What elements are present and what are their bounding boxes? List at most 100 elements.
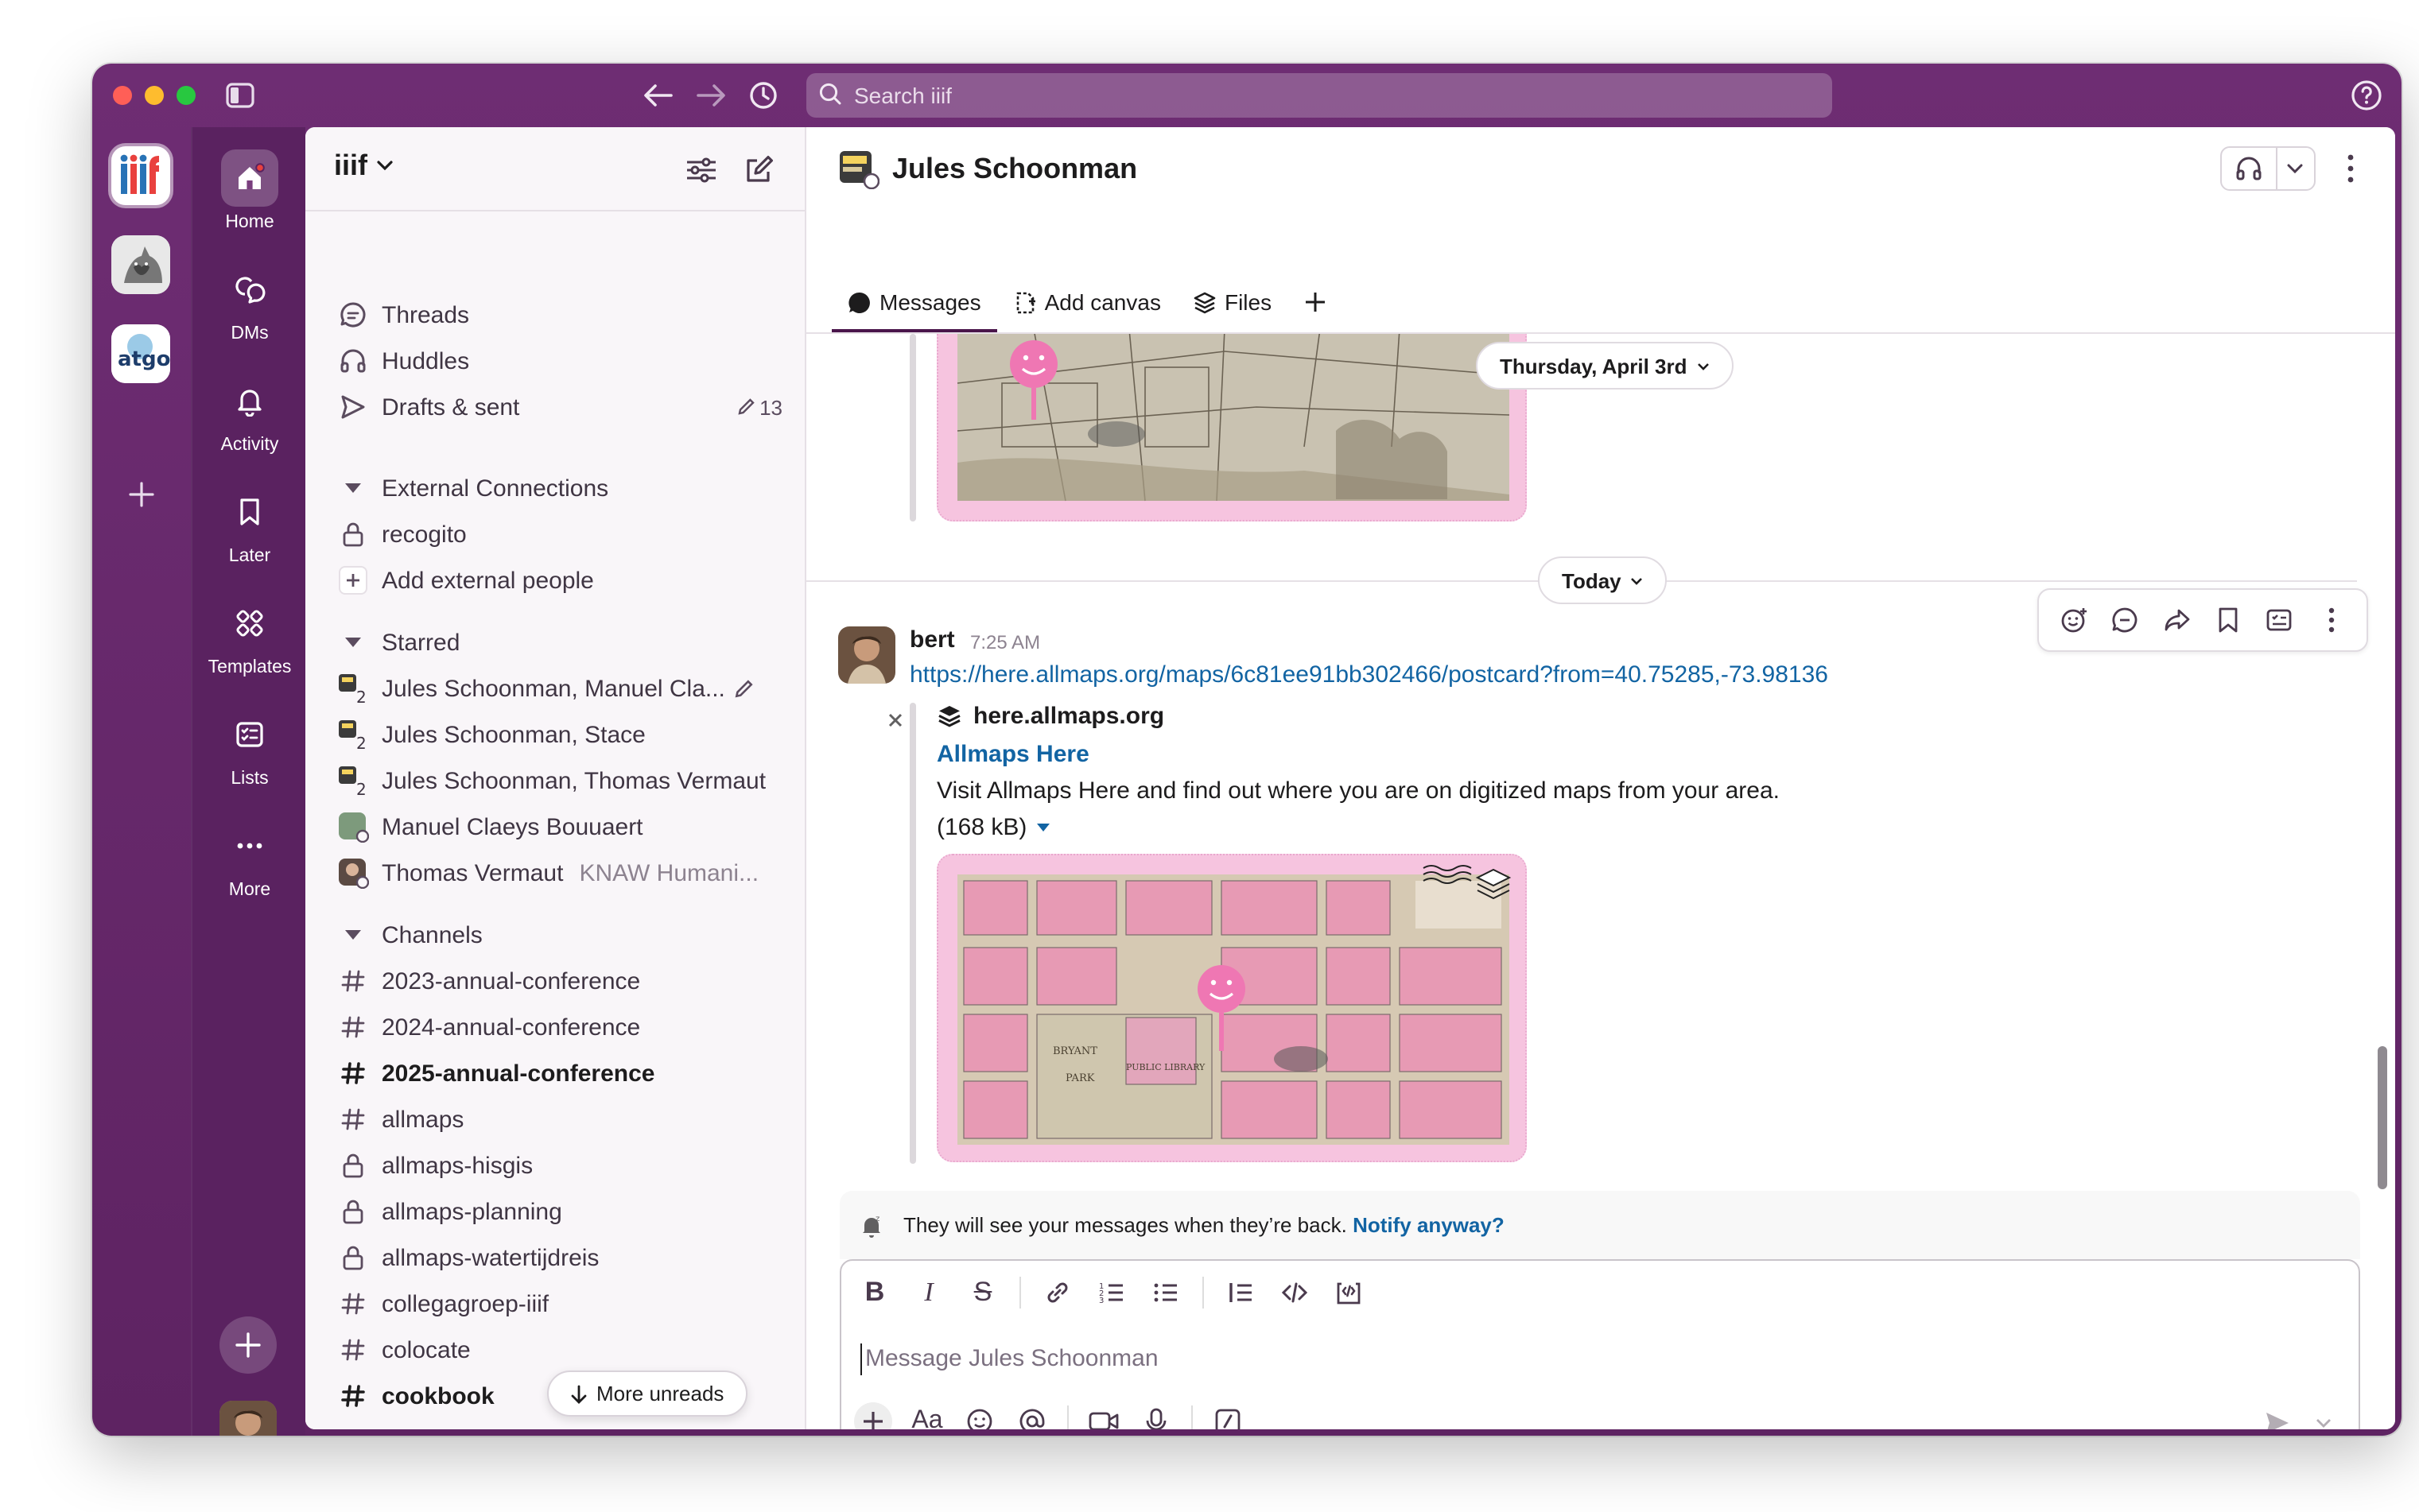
date-divider-today[interactable]: Today (1538, 556, 1668, 604)
compose-icon[interactable] (740, 151, 778, 189)
map-postcard-image[interactable]: BRYANT PARK PUBLIC LIBRARY (937, 854, 1527, 1162)
slash-command-icon[interactable] (1210, 1404, 1245, 1429)
create-new-button[interactable] (219, 1316, 277, 1374)
chevron-down-icon[interactable] (2277, 148, 2314, 189)
ordered-list-icon[interactable]: 123 (1094, 1275, 1129, 1310)
sidebar-channel-item[interactable]: allmaps-planning (337, 1191, 782, 1232)
unfurl-size-toggle[interactable]: (168 kB) (937, 814, 1050, 841)
date-divider-thursday[interactable]: Thursday, April 3rd (1476, 342, 1734, 390)
sidebar-channel-item[interactable]: 2023-annual-conference (337, 960, 782, 1002)
forward-icon[interactable] (2158, 601, 2196, 639)
channel-sidebar: iiif Threads Huddles Drafts & sent 13 Ex… (305, 127, 806, 1429)
add-external-people[interactable]: Add external people (337, 560, 782, 601)
close-window-button[interactable] (113, 86, 132, 105)
reply-in-thread-icon[interactable] (2106, 601, 2145, 639)
message-timestamp[interactable]: 7:25 AM (970, 631, 1040, 653)
tab-files[interactable]: Files (1177, 272, 1287, 332)
strikethrough-icon[interactable]: S (965, 1275, 1000, 1310)
huddle-button[interactable] (2220, 146, 2316, 191)
nav-activity[interactable]: Activity (192, 372, 307, 455)
section-channels[interactable]: Channels (337, 914, 782, 956)
workspace-wolf[interactable] (111, 235, 170, 294)
attach-plus-icon[interactable] (854, 1402, 892, 1429)
microphone-icon[interactable] (1139, 1404, 1174, 1429)
sidebar-toggle-icon[interactable] (223, 78, 258, 113)
nav-later[interactable]: Later (192, 483, 307, 566)
zoom-window-button[interactable] (177, 86, 196, 105)
starred-item-dm-thomas[interactable]: Thomas Vermaut KNAW Humani... (337, 852, 782, 894)
kebab-menu-icon[interactable] (2335, 149, 2367, 188)
link-icon[interactable] (1040, 1275, 1075, 1310)
user-avatar[interactable] (219, 1401, 277, 1436)
headphones-icon[interactable] (2222, 148, 2277, 189)
unfurl-title-link[interactable]: Allmaps Here (937, 741, 1089, 768)
sidebar-channel-item[interactable]: allmaps (337, 1099, 782, 1140)
tab-add-canvas[interactable]: Add canvas (997, 272, 1177, 332)
sidebar-item-drafts[interactable]: Drafts & sent 13 (337, 386, 782, 428)
add-workspace-icon[interactable] (124, 477, 159, 512)
section-external-connections[interactable]: External Connections (337, 467, 782, 509)
unfurl-site[interactable]: here.allmaps.org (937, 703, 1164, 730)
nav-dms[interactable]: DMs (192, 261, 307, 343)
notify-anyway-link[interactable]: Notify anyway? (1353, 1213, 1505, 1237)
code-icon[interactable] (1277, 1275, 1312, 1310)
text-format-icon[interactable]: Aa (910, 1404, 945, 1429)
avatar[interactable] (838, 148, 880, 190)
nav-lists[interactable]: Lists (192, 706, 307, 789)
forward-arrow-icon[interactable] (693, 78, 728, 113)
add-to-list-icon[interactable] (2261, 601, 2299, 639)
sidebar-item-huddles[interactable]: Huddles (337, 340, 782, 382)
history-clock-icon[interactable] (746, 78, 781, 113)
video-clip-icon[interactable] (1086, 1404, 1121, 1429)
message-composer[interactable]: B I S 123 Message Jules Schoonman Aa (840, 1259, 2360, 1429)
minimize-window-button[interactable] (145, 86, 164, 105)
more-actions-icon[interactable] (2312, 601, 2351, 639)
bold-icon[interactable]: B (857, 1275, 892, 1310)
sidebar-channel-item[interactable]: colocate (337, 1329, 782, 1370)
message-scrollbar[interactable] (2378, 1046, 2387, 1189)
filter-icon[interactable] (682, 151, 720, 189)
emoji-icon[interactable] (962, 1404, 997, 1429)
tab-messages[interactable]: Messages (832, 272, 997, 332)
add-reaction-icon[interactable] (2055, 601, 2093, 639)
sidebar-channel-item[interactable]: 2024-annual-conference (337, 1006, 782, 1048)
sidebar-item-recogito[interactable]: recogito (337, 514, 782, 555)
code-block-icon[interactable] (1331, 1275, 1366, 1310)
message-link[interactable]: https://here.allmaps.org/maps/6c81ee91bb… (910, 661, 1828, 688)
section-starred[interactable]: Starred (337, 622, 782, 663)
bookmark-icon[interactable] (2209, 601, 2247, 639)
sidebar-channel-item[interactable]: discove (337, 1421, 782, 1429)
bulleted-list-icon[interactable] (1148, 1275, 1183, 1310)
mention-icon[interactable] (1015, 1404, 1050, 1429)
starred-item-group-dm-2[interactable]: 2 Jules Schoonman, Stace (337, 714, 782, 755)
workspace-iiif[interactable] (111, 146, 170, 205)
starred-item-group-dm-1[interactable]: 2 Jules Schoonman, Manuel Cla... (337, 668, 782, 709)
workspace-name-button[interactable]: iiif (334, 149, 393, 183)
more-unreads-button[interactable]: More unreads (547, 1370, 748, 1417)
starred-item-dm-manuel[interactable]: Manuel Claeys Bouuaert (337, 806, 782, 847)
workspace-atgo[interactable]: atgo (111, 324, 170, 383)
channel-title[interactable]: Jules Schoonman (892, 152, 1137, 185)
message-input[interactable]: Message Jules Schoonman (860, 1343, 1159, 1375)
sidebar-channel-item[interactable]: allmaps-hisgis (337, 1145, 782, 1186)
help-icon[interactable] (2349, 78, 2384, 113)
sidebar-channel-item[interactable]: collegagroep-iiif (337, 1283, 782, 1324)
previous-map-postcard[interactable] (937, 334, 1527, 521)
sidebar-item-threads[interactable]: Threads (337, 294, 782, 335)
message-author[interactable]: bert (910, 626, 955, 653)
blockquote-icon[interactable] (1223, 1275, 1258, 1310)
nav-templates[interactable]: Templates (192, 595, 307, 677)
search-bar[interactable]: Search iiif (806, 73, 1832, 118)
nav-more[interactable]: More (192, 817, 307, 900)
sidebar-channel-item[interactable]: 2025-annual-conference (337, 1053, 782, 1094)
sidebar-channel-item[interactable]: allmaps-watertijdreis (337, 1237, 782, 1278)
avatar[interactable] (838, 626, 895, 684)
send-options-chevron-icon[interactable] (2311, 1405, 2336, 1429)
nav-home[interactable]: Home (192, 149, 307, 232)
add-tab-button[interactable] (1287, 272, 1342, 332)
back-arrow-icon[interactable] (641, 78, 676, 113)
italic-icon[interactable]: I (911, 1275, 946, 1310)
remove-preview-icon[interactable] (887, 709, 903, 733)
send-icon[interactable] (2260, 1405, 2295, 1429)
starred-item-group-dm-3[interactable]: 2 Jules Schoonman, Thomas Vermaut (337, 760, 782, 801)
